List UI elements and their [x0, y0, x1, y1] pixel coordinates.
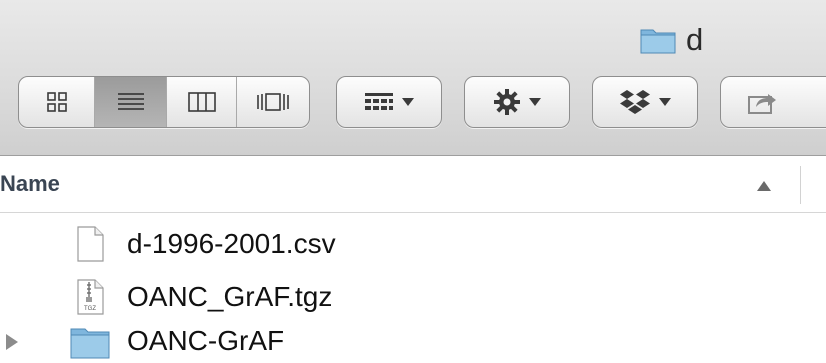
chevron-down-icon [402, 98, 414, 106]
tgz-archive-icon: TGZ [77, 279, 104, 315]
list-view-button[interactable] [95, 77, 167, 127]
icon-view-icon [46, 92, 67, 112]
file-name: OANC-GrAF [127, 325, 285, 356]
column-divider[interactable] [800, 166, 801, 204]
gear-icon [494, 89, 520, 115]
arrange-grid-icon [365, 93, 393, 110]
action-button[interactable] [464, 76, 570, 128]
folder-icon [70, 328, 110, 359]
finder-toolbar: d [0, 0, 826, 156]
list-header: Name [0, 156, 826, 213]
icon-view-button[interactable] [19, 77, 95, 127]
tgz-badge: TGZ [84, 306, 96, 312]
file-name: d-1996-2001.csv [127, 228, 336, 259]
disclosure-triangle-icon[interactable] [6, 334, 18, 350]
chevron-down-icon [529, 98, 541, 106]
cover-flow-icon [257, 93, 289, 111]
arrange-button[interactable] [336, 76, 442, 128]
window-title: d [640, 20, 703, 60]
document-icon [77, 226, 104, 262]
folder-icon [640, 29, 676, 54]
name-column-header[interactable]: Name [0, 171, 60, 197]
view-mode-control [18, 76, 310, 128]
file-name: OANC_GrAF.tgz [127, 281, 333, 312]
column-view-button[interactable] [167, 77, 237, 127]
column-view-icon [187, 92, 216, 112]
list-item[interactable]: d-1996-2001.csv [0, 222, 826, 266]
dropbox-button[interactable] [592, 76, 698, 128]
list-item[interactable]: OANC-GrAF [0, 319, 826, 363]
list-view-icon [117, 93, 144, 110]
chevron-down-icon [659, 98, 671, 106]
sort-ascending-icon[interactable] [757, 181, 771, 191]
window-title-text: d [686, 22, 704, 57]
share-button[interactable] [720, 76, 826, 128]
cover-flow-view-button[interactable] [237, 77, 309, 127]
dropbox-icon [620, 90, 650, 114]
share-icon [748, 94, 776, 114]
list-item[interactable]: TGZ OANC_GrAF.tgz [0, 275, 826, 319]
